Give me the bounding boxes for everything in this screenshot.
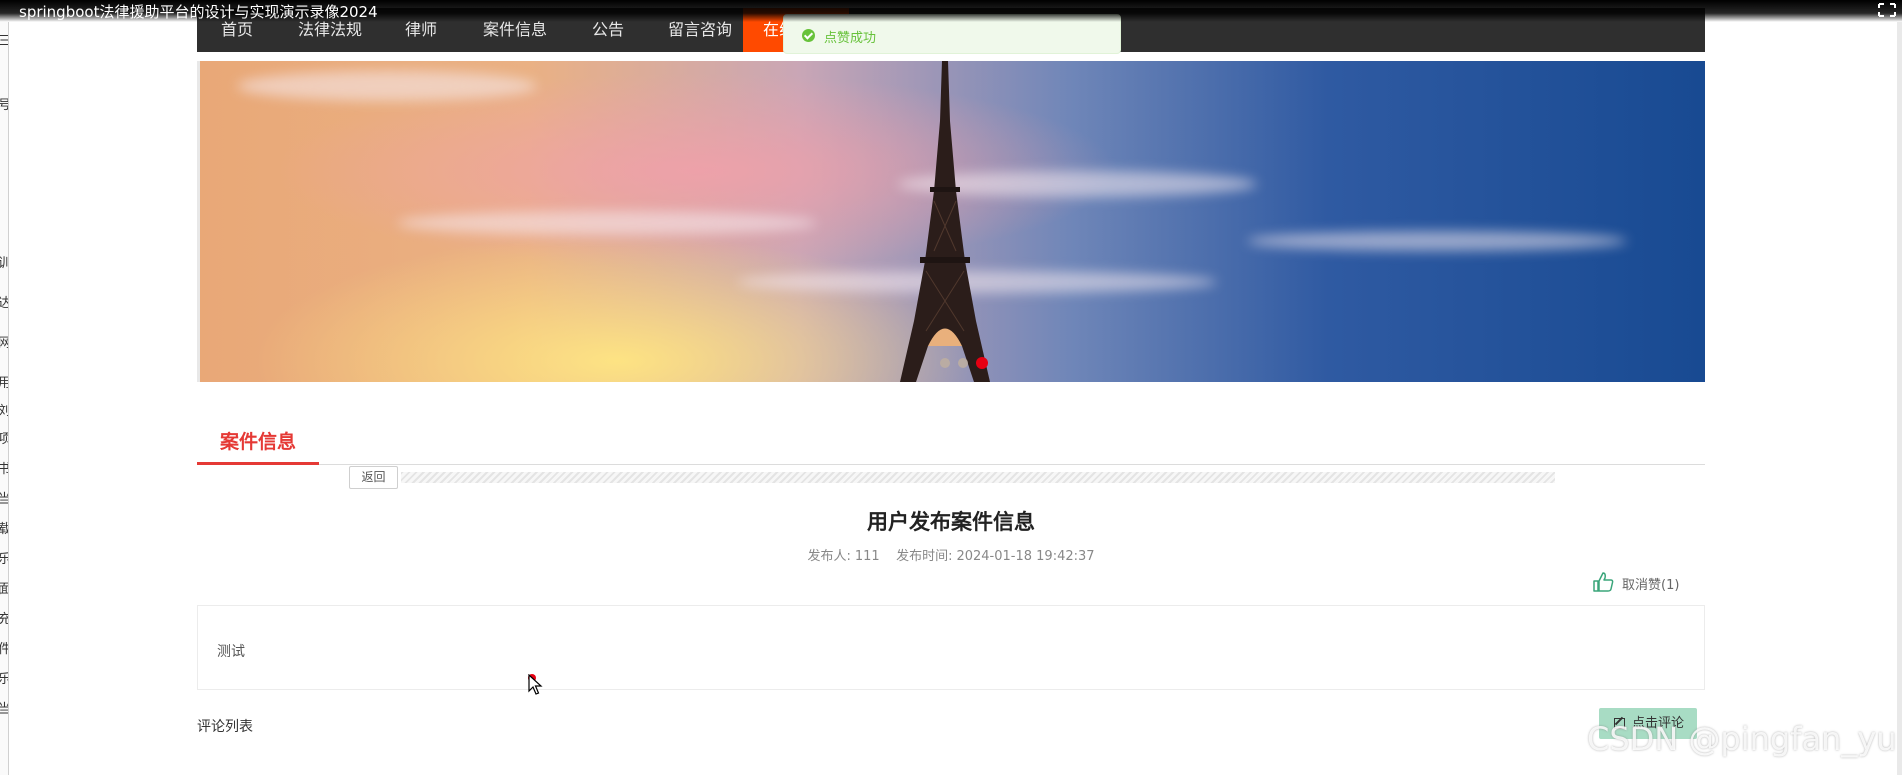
time-value: 2024-01-18 19:42:37: [956, 549, 1095, 564]
article-meta: 发布人: 111 发布时间: 2024-01-18 19:42:37: [0, 545, 1902, 564]
sliver-text: 书: [0, 458, 8, 477]
sliver-text: 三: [0, 30, 8, 49]
sliver-text: 号: [0, 94, 8, 113]
sliver-text: 当: [0, 698, 8, 717]
sliver-text: 网: [0, 332, 8, 351]
sliver-text: 面: [0, 578, 8, 597]
banner-cloud: [237, 71, 537, 101]
eiffel-tower-image: [900, 61, 990, 382]
sliver-text: 训: [0, 252, 8, 271]
sliver-text: 刘: [0, 400, 8, 419]
sliver-text: 项: [0, 428, 8, 447]
sliver-text: 充: [0, 608, 8, 627]
article-content: 测试: [217, 644, 245, 660]
article-content-box: 测试: [197, 605, 1705, 690]
carousel-dot-active[interactable]: [976, 357, 988, 369]
comment-list-label: 评论列表: [197, 719, 253, 735]
sliver-text: 乐: [0, 548, 8, 567]
publisher-label: 发布人:: [807, 549, 851, 564]
sliver-text: 件: [0, 638, 8, 657]
video-title: springboot法律援助平台的设计与实现演示录像2024: [19, 3, 378, 21]
video-title-bar: springboot法律援助平台的设计与实现演示录像2024: [0, 0, 1902, 22]
carousel-dot[interactable]: [940, 358, 950, 368]
banner-cloud: [1247, 231, 1627, 251]
back-button[interactable]: 返回: [349, 466, 398, 489]
section-header: 案件信息: [197, 425, 1705, 465]
carousel-dots: [932, 356, 992, 370]
sliver-text: 达: [0, 292, 8, 311]
banner-carousel[interactable]: [197, 61, 1705, 382]
time-label: 发布时间:: [896, 549, 953, 564]
sliver-text: 当: [0, 488, 8, 507]
fullscreen-icon[interactable]: [1878, 3, 1896, 17]
article-title: 用户发布案件信息: [867, 510, 1035, 534]
check-circle-icon: [802, 29, 815, 42]
background-window-sliver: 三 号 训 达 网 用 刘 项 书 当 载 乐 面 充 件 乐 当: [0, 22, 9, 775]
banner-cloud: [397, 211, 817, 235]
carousel-dot[interactable]: [958, 358, 968, 368]
banner-edge: [197, 61, 200, 382]
mouse-cursor-icon: [528, 674, 543, 695]
divider-hatch: [401, 472, 1555, 483]
csdn-watermark: CSDN @pingfan_yu: [1587, 720, 1897, 758]
unlike-label: 取消赞(1): [1622, 578, 1680, 593]
sliver-text: 用: [0, 372, 8, 391]
sliver-text: 乐: [0, 668, 8, 687]
sliver-text: 载: [0, 518, 8, 537]
publisher-value: 111: [854, 549, 880, 564]
toast-message: 点赞成功: [824, 31, 877, 46]
thumbs-up-icon: [1593, 572, 1614, 592]
page-scrollbar[interactable]: [1897, 22, 1902, 775]
section-tab-cases[interactable]: 案件信息: [197, 425, 319, 465]
